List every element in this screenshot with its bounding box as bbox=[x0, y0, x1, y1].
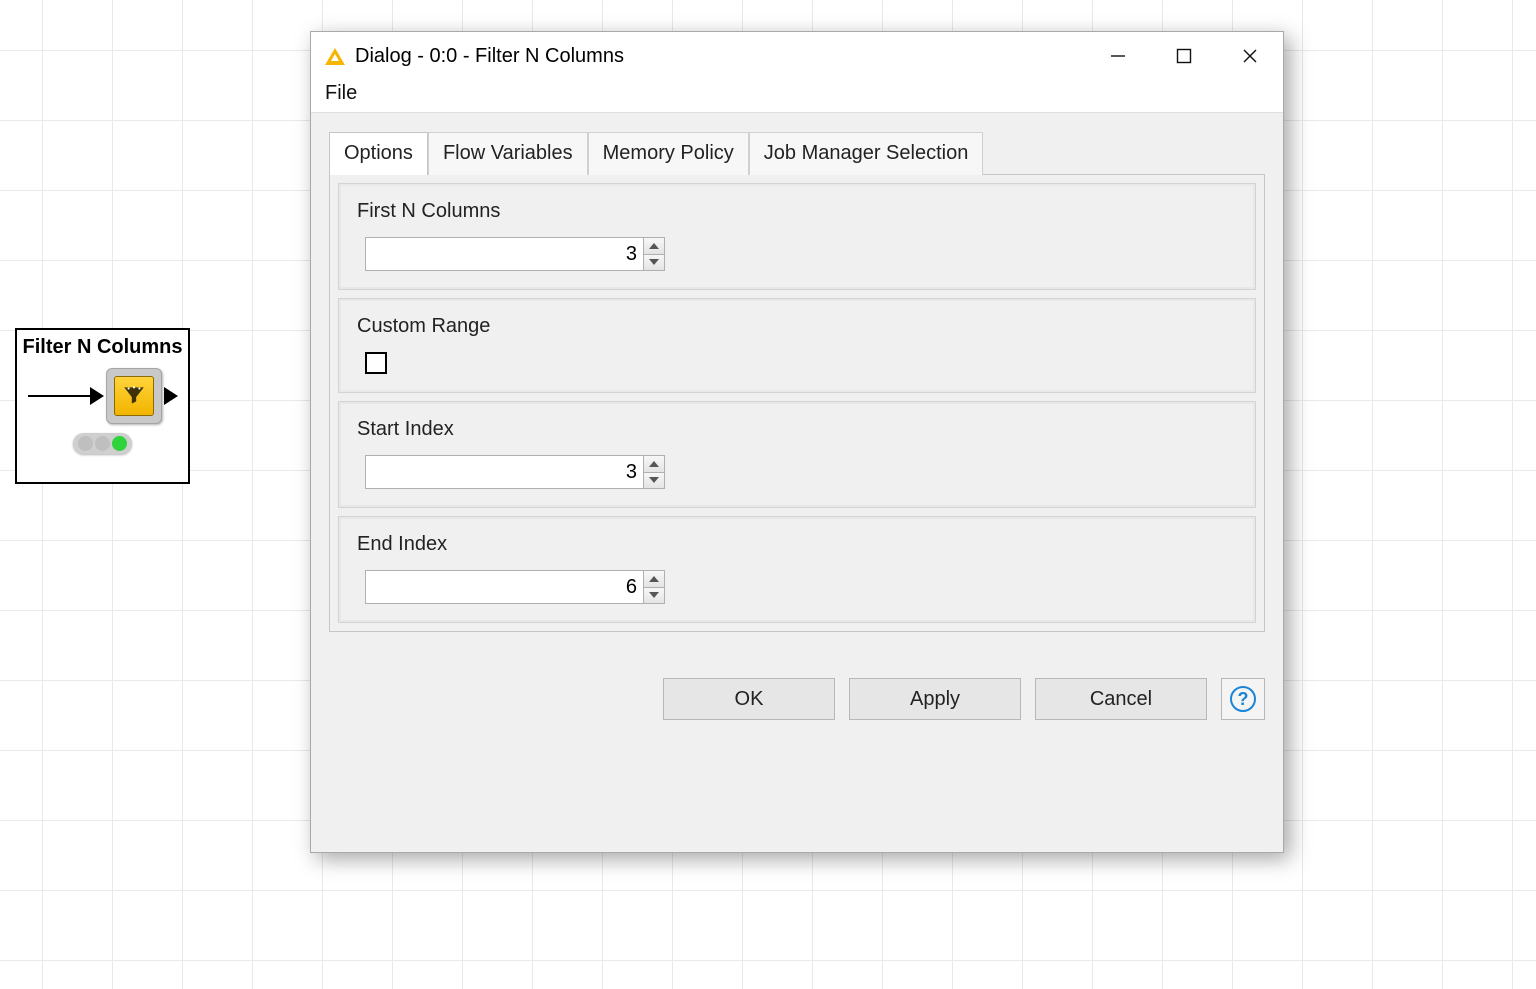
maximize-icon bbox=[1176, 48, 1192, 64]
label-end-index: End Index bbox=[357, 533, 1237, 556]
close-button[interactable] bbox=[1217, 32, 1283, 80]
label-custom-range: Custom Range bbox=[357, 315, 1237, 338]
help-icon: ? bbox=[1230, 686, 1256, 712]
input-first-n-columns[interactable] bbox=[366, 238, 643, 270]
minimize-button[interactable] bbox=[1085, 32, 1151, 80]
node-status-traffic-light bbox=[73, 433, 132, 454]
node-icon-box[interactable] bbox=[106, 368, 162, 424]
group-custom-range: Custom Range bbox=[338, 298, 1256, 393]
node-output-port-arrow-icon bbox=[164, 387, 178, 405]
node-title: Filter N Columns bbox=[22, 336, 182, 359]
triangle-up-icon bbox=[649, 243, 659, 249]
group-start-index: Start Index bbox=[338, 401, 1256, 508]
spinner-first-n-columns bbox=[365, 237, 665, 271]
label-first-n-columns: First N Columns bbox=[357, 200, 1237, 223]
tab-flow-variables[interactable]: Flow Variables bbox=[428, 132, 588, 175]
status-dot-yellow bbox=[95, 436, 110, 451]
spinner-buttons-end-index bbox=[643, 571, 664, 603]
spinner-down-end-index[interactable] bbox=[644, 588, 664, 604]
filter-icon bbox=[114, 376, 154, 416]
tab-memory-policy[interactable]: Memory Policy bbox=[588, 132, 749, 175]
checkbox-custom-range[interactable] bbox=[365, 352, 387, 374]
spinner-down-first-n[interactable] bbox=[644, 255, 664, 271]
status-dot-green bbox=[112, 436, 127, 451]
spinner-start-index bbox=[365, 455, 665, 489]
dialog-client-area: Options Flow Variables Memory Policy Job… bbox=[311, 112, 1283, 852]
spinner-down-start-index[interactable] bbox=[644, 473, 664, 489]
window-title: Dialog - 0:0 - Filter N Columns bbox=[355, 45, 1085, 68]
spinner-buttons-start-index bbox=[643, 456, 664, 488]
tabstrip: Options Flow Variables Memory Policy Job… bbox=[329, 131, 1265, 174]
triangle-down-icon bbox=[649, 592, 659, 598]
cancel-button[interactable]: Cancel bbox=[1035, 678, 1207, 720]
label-start-index: Start Index bbox=[357, 418, 1237, 441]
app-triangle-icon bbox=[325, 48, 345, 65]
minimize-icon bbox=[1109, 47, 1127, 65]
spinner-up-end-index[interactable] bbox=[644, 571, 664, 588]
workflow-canvas[interactable]: Filter N Columns bbox=[0, 0, 1536, 989]
triangle-up-icon bbox=[649, 576, 659, 582]
ok-button[interactable]: OK bbox=[663, 678, 835, 720]
tabpanel-options: First N Columns Custom Range Start Index bbox=[329, 174, 1265, 632]
triangle-down-icon bbox=[649, 259, 659, 265]
workflow-node-filter-n-columns[interactable]: Filter N Columns bbox=[15, 328, 190, 484]
input-start-index[interactable] bbox=[366, 456, 643, 488]
status-dot-red bbox=[78, 436, 93, 451]
spinner-buttons-first-n bbox=[643, 238, 664, 270]
menu-file[interactable]: File bbox=[321, 80, 361, 107]
titlebar[interactable]: Dialog - 0:0 - Filter N Columns bbox=[311, 32, 1283, 80]
triangle-down-icon bbox=[649, 477, 659, 483]
spinner-up-first-n[interactable] bbox=[644, 238, 664, 255]
help-button[interactable]: ? bbox=[1221, 678, 1265, 720]
spinner-up-start-index[interactable] bbox=[644, 456, 664, 473]
window-controls bbox=[1085, 32, 1283, 80]
tab-options[interactable]: Options bbox=[329, 132, 428, 175]
tab-job-manager-selection[interactable]: Job Manager Selection bbox=[749, 132, 984, 175]
maximize-button[interactable] bbox=[1151, 32, 1217, 80]
dialog-button-row: OK Apply Cancel ? bbox=[329, 678, 1265, 720]
spinner-end-index bbox=[365, 570, 665, 604]
node-body bbox=[17, 367, 188, 425]
node-dialog-window: Dialog - 0:0 - Filter N Columns File Opt… bbox=[310, 31, 1284, 853]
group-end-index: End Index bbox=[338, 516, 1256, 623]
node-input-port-arrow-icon bbox=[90, 387, 104, 405]
menubar: File bbox=[311, 80, 1283, 112]
node-connection-line bbox=[28, 395, 90, 397]
triangle-up-icon bbox=[649, 461, 659, 467]
apply-button[interactable]: Apply bbox=[849, 678, 1021, 720]
input-end-index[interactable] bbox=[366, 571, 643, 603]
group-first-n-columns: First N Columns bbox=[338, 183, 1256, 290]
close-icon bbox=[1241, 47, 1259, 65]
